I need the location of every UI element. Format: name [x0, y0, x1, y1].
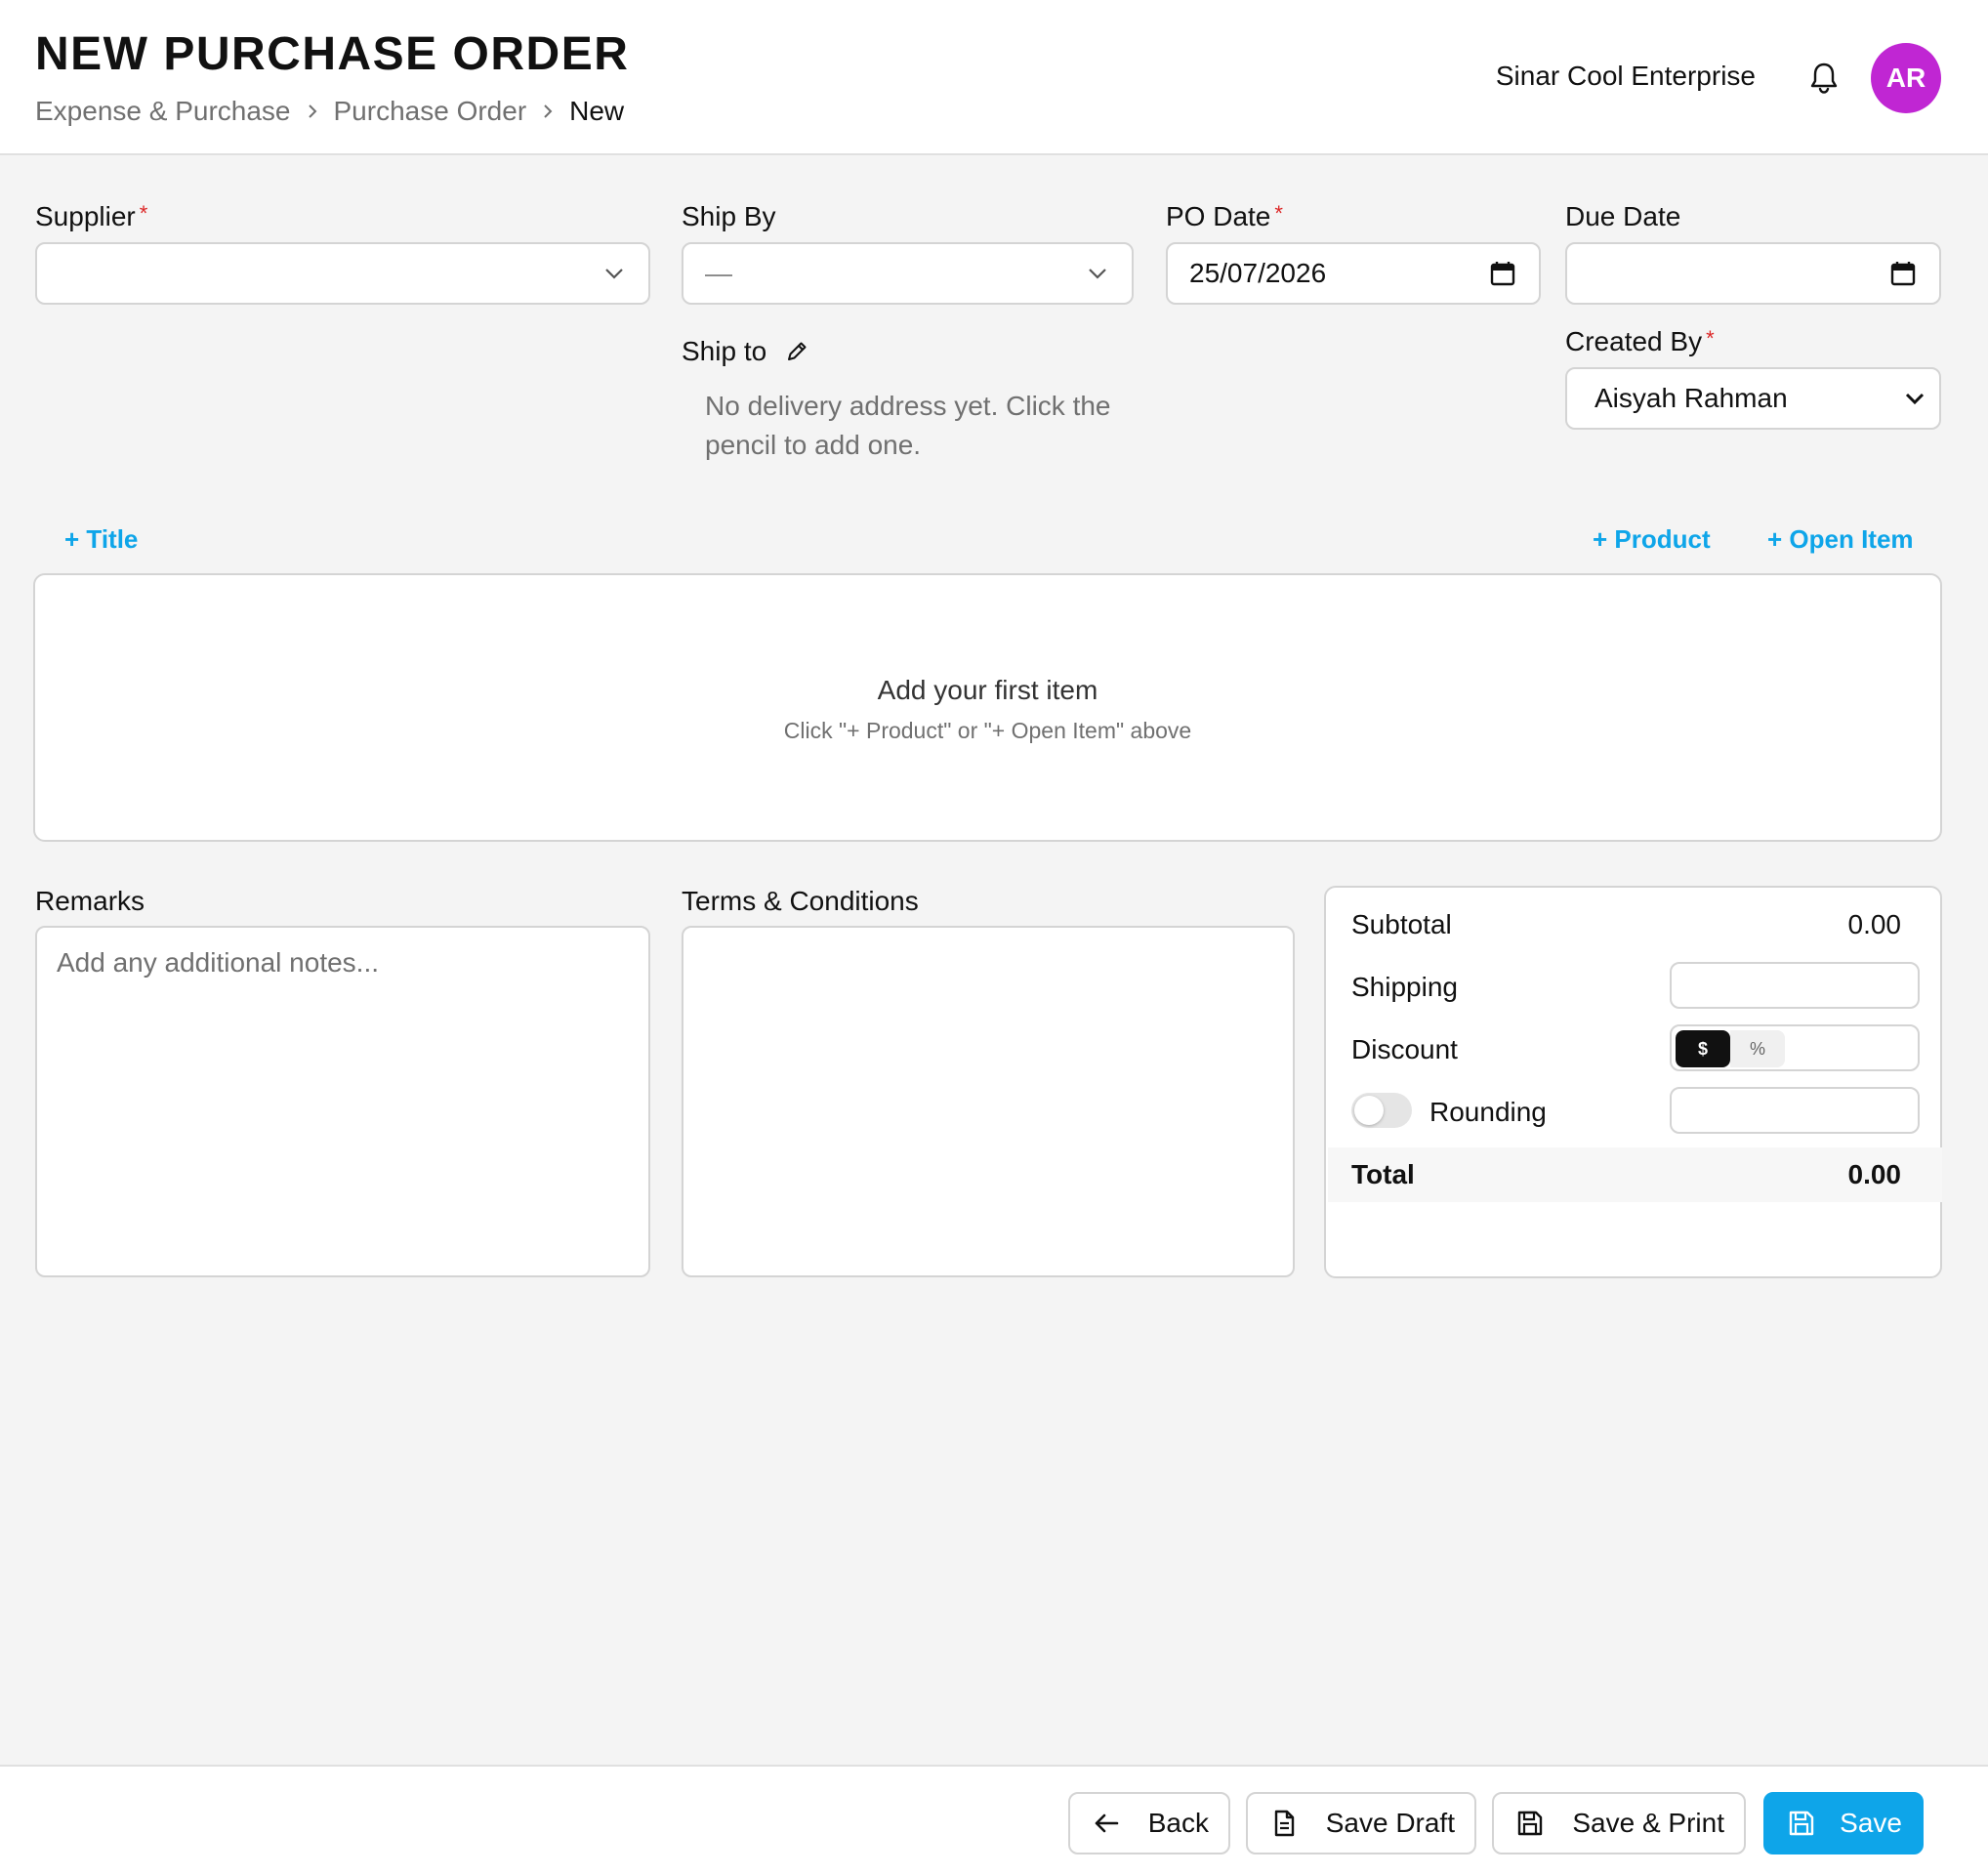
top-header: NEW PURCHASE ORDER Expense & Purchase Pu…	[0, 0, 1988, 155]
pencil-icon[interactable]	[785, 340, 808, 363]
rounding-label: Rounding	[1429, 1097, 1547, 1127]
add-title-button[interactable]: + Title	[64, 524, 138, 555]
arrow-left-icon	[1095, 1813, 1119, 1833]
supplier-select[interactable]	[35, 242, 650, 305]
po-date-label-text: PO Date	[1166, 201, 1271, 231]
remarks-textarea[interactable]: Add any additional notes...	[35, 926, 650, 1277]
summary-panel: Subtotal 0.00 Shipping Discount $ % Roun…	[1324, 886, 1942, 1278]
discount-percent-option[interactable]: %	[1730, 1030, 1785, 1067]
discount-dollar-option[interactable]: $	[1676, 1030, 1730, 1067]
rounding-toggle[interactable]	[1351, 1093, 1412, 1128]
supplier-label: Supplier *	[35, 201, 147, 232]
subtotal-value: 0.00	[1847, 909, 1902, 939]
save-label: Save	[1840, 1808, 1902, 1838]
items-empty-hint: Click "+ Product" or "+ Open Item" above	[783, 718, 1192, 743]
shipping-label: Shipping	[1351, 972, 1458, 1002]
items-empty-title: Add your first item	[877, 675, 1098, 705]
chevron-right-icon	[542, 103, 554, 120]
discount-type-toggle: $ %	[1676, 1030, 1785, 1067]
back-button[interactable]: Back	[1068, 1792, 1230, 1854]
page-title: NEW PURCHASE ORDER	[35, 28, 630, 80]
floppy-disk-icon	[1517, 1811, 1543, 1836]
supplier-label-text: Supplier	[35, 201, 136, 231]
subtotal-label: Subtotal	[1351, 909, 1452, 939]
chevron-down-icon	[1089, 269, 1106, 279]
required-marker: *	[1706, 326, 1715, 351]
due-date-input[interactable]	[1565, 242, 1941, 305]
ship-to-hint: No delivery address yet. Click the penci…	[705, 391, 1111, 460]
discount-input[interactable]: $ %	[1670, 1024, 1920, 1071]
toggle-knob	[1354, 1096, 1384, 1125]
required-marker: *	[139, 201, 148, 226]
total-value: 0.00	[1847, 1159, 1902, 1189]
breadcrumb-purchase-order[interactable]: Purchase Order	[334, 96, 527, 127]
back-label: Back	[1147, 1808, 1209, 1838]
discount-label: Discount	[1351, 1034, 1458, 1064]
remarks-label: Remarks	[35, 886, 145, 916]
total-label: Total	[1351, 1159, 1415, 1189]
add-product-button[interactable]: + Product	[1593, 524, 1711, 555]
add-open-item-button[interactable]: + Open Item	[1767, 524, 1914, 555]
created-by-value: Aisyah Rahman	[1595, 383, 1788, 413]
remarks-placeholder: Add any additional notes...	[57, 947, 380, 978]
created-by-label-text: Created By	[1565, 326, 1703, 356]
po-date-value: 25/07/2026	[1189, 258, 1327, 288]
save-print-label: Save & Print	[1572, 1808, 1724, 1838]
avatar[interactable]: AR	[1871, 43, 1941, 113]
rounding-input[interactable]	[1670, 1087, 1920, 1134]
document-icon	[1274, 1810, 1295, 1837]
calendar-icon[interactable]	[1490, 261, 1515, 286]
terms-label: Terms & Conditions	[682, 886, 919, 916]
po-date-input[interactable]: 25/07/2026	[1166, 242, 1541, 305]
ship-to-label: Ship to	[682, 336, 767, 366]
terms-textarea[interactable]	[682, 926, 1295, 1277]
breadcrumb-expense-purchase[interactable]: Expense & Purchase	[35, 96, 291, 127]
save-draft-button[interactable]: Save Draft	[1246, 1792, 1476, 1854]
created-by-select[interactable]: Aisyah Rahman	[1565, 367, 1941, 430]
due-date-label: Due Date	[1565, 201, 1681, 231]
required-marker: *	[1274, 201, 1283, 226]
bell-icon[interactable]	[1808, 61, 1840, 96]
company-name[interactable]: Sinar Cool Enterprise	[1496, 61, 1756, 92]
ship-by-label: Ship By	[682, 201, 776, 231]
save-draft-label: Save Draft	[1325, 1808, 1455, 1838]
shipping-input[interactable]	[1670, 962, 1920, 1009]
breadcrumb: Expense & Purchase Purchase Order New	[35, 96, 624, 127]
calendar-icon[interactable]	[1890, 261, 1916, 286]
chevron-right-icon	[307, 103, 318, 120]
items-panel: Add your first item Click "+ Product" or…	[33, 573, 1942, 842]
ship-by-select[interactable]: —	[682, 242, 1134, 305]
save-print-button[interactable]: Save & Print	[1492, 1792, 1746, 1854]
footer-bar: Back Save Draft Save & Print Save	[0, 1765, 1988, 1875]
breadcrumb-current: New	[569, 96, 625, 126]
chevron-down-icon	[605, 269, 623, 279]
save-button[interactable]: Save	[1763, 1792, 1924, 1854]
floppy-disk-icon	[1789, 1811, 1814, 1836]
po-date-label: PO Date *	[1166, 201, 1283, 232]
ship-by-value: —	[705, 258, 732, 288]
created-by-label: Created By *	[1565, 326, 1715, 357]
chevron-down-icon	[1905, 393, 1925, 405]
